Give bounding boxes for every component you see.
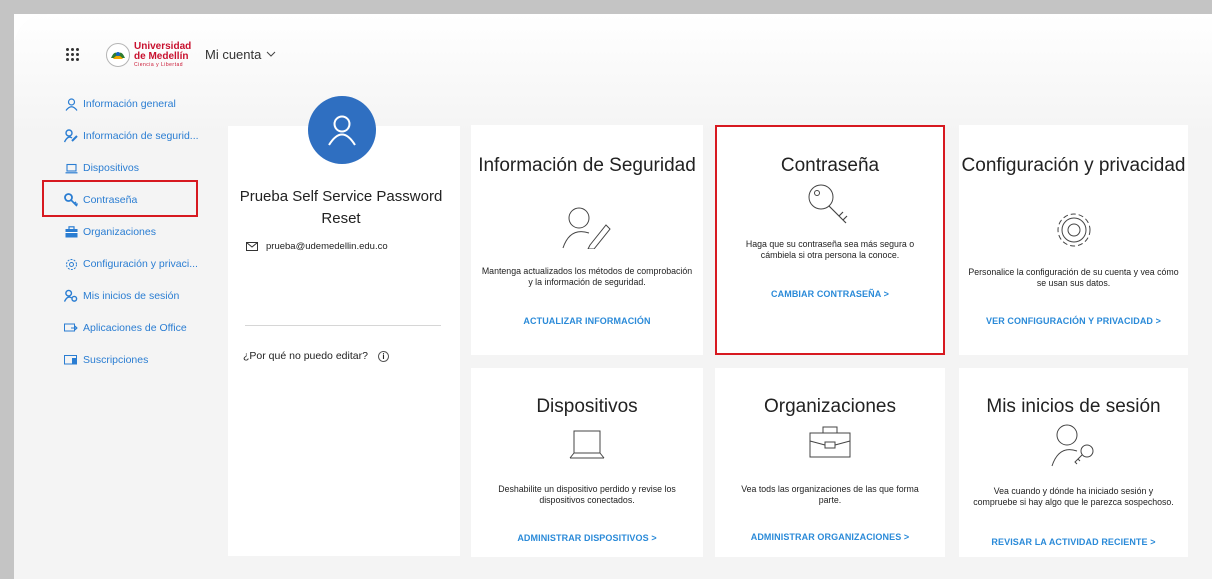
why-cant-edit[interactable]: ¿Por qué no puedo editar? i: [243, 350, 389, 362]
tile-title: Mis inicios de sesión: [986, 396, 1161, 417]
sidebar-item-label: Configuración y privaci...: [83, 258, 198, 270]
briefcase-icon: [715, 426, 945, 458]
tile-title: Organizaciones: [763, 396, 897, 417]
password-tile-highlight: [715, 125, 945, 355]
tile-title: Dispositivos: [536, 396, 638, 417]
screenshot-frame-top: [0, 0, 1212, 14]
divider: [245, 325, 441, 326]
tile-description: Vea cuando y dónde ha iniciado sesión y …: [973, 486, 1174, 507]
tile-title: Información de Seguridad: [478, 155, 696, 176]
tile-title: Configuración y privacidad: [961, 155, 1186, 176]
tile-description: Vea tods las organizaciones de las que f…: [741, 484, 919, 505]
tile-description: Personalice la configuración de su cuent…: [968, 267, 1179, 288]
tile-settings-privacy[interactable]: Configuración y privacidad Personalice l…: [959, 125, 1188, 355]
sidebar-item-signins[interactable]: Mis inicios de sesión: [64, 286, 179, 306]
apps-icon: [64, 321, 78, 335]
profile-email-row: prueba@udemedellin.edu.co: [246, 241, 388, 252]
sign-ins-icon: [959, 423, 1188, 467]
chevron-down-icon: [267, 51, 276, 57]
laptop-icon: [471, 430, 703, 462]
gear-icon: [959, 208, 1188, 252]
app-launcher-icon[interactable]: [66, 48, 80, 62]
page-background-fade: [14, 14, 1212, 134]
sidebar-item-organizations[interactable]: Organizaciones: [64, 222, 156, 242]
sidebar-item-settings[interactable]: Configuración y privaci...: [64, 254, 198, 274]
screenshot-frame-left: [0, 0, 14, 579]
info-icon[interactable]: i: [377, 350, 389, 362]
tile-organizations[interactable]: Organizaciones Vea tods las organizacion…: [715, 368, 945, 557]
subscriptions-icon: [64, 353, 78, 367]
profile-email: prueba@udemedellin.edu.co: [266, 241, 388, 252]
sidebar-item-label: Mis inicios de sesión: [83, 290, 180, 302]
university-logo[interactable]: Universidad de Medellín Ciencia y Libert…: [106, 42, 191, 68]
sidebar-item-label: Información general: [83, 98, 176, 110]
sidebar-item-label: Información de segurid...: [83, 130, 199, 142]
tile-sign-ins[interactable]: Mis inicios de sesión Vea cuando y dónde…: [959, 368, 1188, 557]
sidebar-item-devices[interactable]: Dispositivos: [64, 158, 139, 178]
sidebar-item-subscriptions[interactable]: Suscripciones: [64, 350, 148, 370]
mail-icon: [246, 242, 258, 251]
logo-tagline: Ciencia y Libertad: [134, 62, 184, 68]
tile-description: Deshabilite un dispositivo perdido y rev…: [498, 484, 676, 505]
profile-name: Prueba Self Service Password Reset: [239, 188, 443, 227]
logo-line-2: de Medellín: [134, 51, 189, 62]
tile-description: Mantenga actualizados los métodos de com…: [481, 266, 693, 287]
security-info-icon: [471, 205, 703, 249]
logo-emblem-icon: [106, 43, 130, 67]
security-info-icon: [64, 129, 78, 143]
account-label: Mi cuenta: [205, 47, 262, 62]
gear-icon: [64, 257, 78, 271]
view-settings-link[interactable]: VER CONFIGURACIÓN Y PRIVACIDAD >: [959, 316, 1188, 326]
sidebar-item-security[interactable]: Información de segurid...: [64, 126, 199, 146]
sidebar-item-label: Suscripciones: [83, 354, 149, 366]
sidebar-item-label: Aplicaciones de Office: [83, 322, 187, 334]
sidebar-item-label: Organizaciones: [83, 226, 156, 238]
manage-devices-link[interactable]: ADMINISTRAR DISPOSITIVOS >: [471, 533, 703, 543]
briefcase-icon: [64, 225, 78, 239]
update-info-link[interactable]: ACTUALIZAR INFORMACIÓN: [471, 316, 703, 326]
person-icon: [328, 115, 356, 146]
sidebar-item-office-apps[interactable]: Aplicaciones de Office: [64, 318, 187, 338]
manage-organizations-link[interactable]: ADMINISTRAR ORGANIZACIONES >: [715, 532, 945, 542]
sign-ins-icon: [64, 289, 78, 303]
sidebar-item-label: Dispositivos: [83, 162, 140, 174]
laptop-icon: [64, 161, 78, 175]
tile-security-info[interactable]: Información de Seguridad Mantenga actual…: [471, 125, 703, 355]
person-icon: [64, 97, 78, 111]
review-activity-link[interactable]: REVISAR LA ACTIVIDAD RECIENTE >: [959, 537, 1188, 547]
tile-devices[interactable]: Dispositivos Deshabilite un dispositivo …: [471, 368, 703, 557]
sidebar-item-general[interactable]: Información general: [64, 94, 176, 114]
why-cant-edit-label: ¿Por qué no puedo editar?: [243, 350, 368, 362]
sidebar-selection-highlight: [42, 180, 198, 217]
account-menu[interactable]: Mi cuenta: [205, 47, 276, 62]
avatar[interactable]: [308, 96, 376, 164]
